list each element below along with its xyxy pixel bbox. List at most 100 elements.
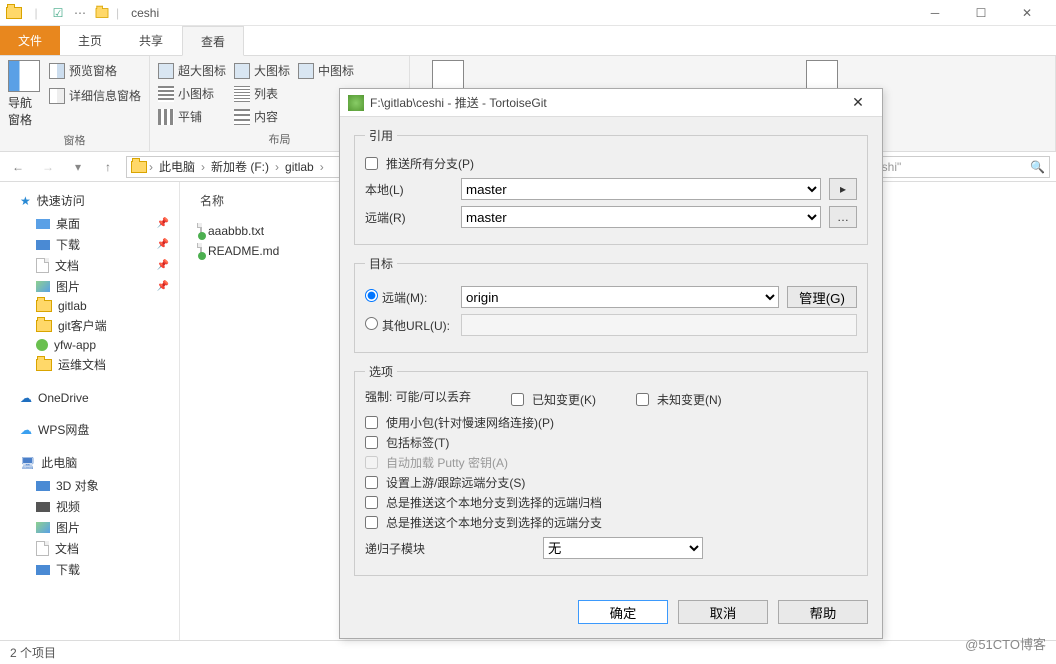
- desktop-icon: [36, 219, 50, 229]
- maximize-button[interactable]: ☐: [958, 0, 1004, 26]
- include-tags-checkbox[interactable]: [365, 436, 378, 449]
- tab-home[interactable]: 主页: [60, 26, 121, 55]
- sidebar-item-3d[interactable]: 3D 对象: [0, 475, 179, 496]
- include-tags-row[interactable]: 包括标签(T): [365, 434, 857, 451]
- sidebar-onedrive[interactable]: ☁OneDrive: [0, 387, 179, 409]
- always-branch-checkbox[interactable]: [365, 516, 378, 529]
- dialog-close-button[interactable]: ✕: [842, 94, 874, 111]
- sidebar-quick-access[interactable]: ★快速访问: [0, 188, 179, 213]
- minimize-button[interactable]: ─: [912, 0, 958, 26]
- tab-share[interactable]: 共享: [121, 26, 182, 55]
- unknown-changes-checkbox-row[interactable]: 未知变更(N): [636, 391, 722, 408]
- pictures-icon: [36, 281, 50, 292]
- unknown-changes-checkbox[interactable]: [636, 393, 649, 406]
- sidebar-item-ops-docs[interactable]: 运维文档: [0, 354, 179, 375]
- sidebar-item-desktop[interactable]: 桌面📌: [0, 213, 179, 234]
- cloud-icon: ☁: [20, 391, 32, 405]
- ribbon-group-panes: 导航窗格 预览窗格 详细信息窗格 窗格: [0, 56, 150, 151]
- upstream-row[interactable]: 设置上游/跟踪远端分支(S): [365, 474, 857, 491]
- known-changes-checkbox[interactable]: [511, 393, 524, 406]
- sidebar-item-yfw-app[interactable]: yfw-app: [0, 336, 179, 354]
- content-icon: [234, 109, 250, 125]
- sidebar-item-pictures2[interactable]: 图片: [0, 517, 179, 538]
- browse-remote-button[interactable]: …: [829, 206, 857, 228]
- file-tab[interactable]: 文件: [0, 26, 60, 55]
- sync-ok-badge: [198, 252, 206, 260]
- layout-small[interactable]: 小图标: [158, 83, 226, 104]
- layout-extra-large[interactable]: 超大图标: [158, 60, 226, 81]
- chevron-right-icon: ›: [201, 160, 205, 174]
- remote-radio[interactable]: [365, 289, 378, 302]
- remote-select[interactable]: origin: [461, 286, 779, 308]
- target-legend: 目标: [365, 255, 397, 272]
- history-dropdown[interactable]: ▾: [66, 155, 90, 179]
- up-button[interactable]: ↑: [96, 155, 120, 179]
- layout-medium[interactable]: 中图标: [298, 60, 354, 81]
- sidebar-item-git-client[interactable]: git客户端: [0, 315, 179, 336]
- nav-pane-button[interactable]: 导航窗格: [8, 60, 41, 128]
- sidebar-item-documents[interactable]: 文档📌: [0, 255, 179, 276]
- ok-button[interactable]: 确定: [578, 600, 668, 624]
- ribbon-tabs: 文件 主页 共享 查看: [0, 26, 1056, 56]
- addr-segment[interactable]: 此电脑: [155, 158, 199, 175]
- chevron-right-icon: ›: [149, 160, 153, 174]
- tile-icon: [158, 109, 174, 125]
- addr-segment[interactable]: gitlab: [281, 160, 318, 174]
- options-legend: 选项: [365, 363, 397, 380]
- always-archive-checkbox[interactable]: [365, 496, 378, 509]
- submodule-label: 递归子模块: [365, 540, 535, 557]
- close-button[interactable]: ✕: [1004, 0, 1050, 26]
- push-all-checkbox[interactable]: [365, 157, 378, 170]
- file-name: README.md: [208, 244, 279, 258]
- thin-pack-checkbox[interactable]: [365, 416, 378, 429]
- folder-icon: [36, 300, 52, 312]
- submodule-select[interactable]: 无: [543, 537, 703, 559]
- addr-segment[interactable]: 新加卷 (F:): [207, 158, 273, 175]
- sidebar-item-gitlab[interactable]: gitlab: [0, 297, 179, 315]
- back-button[interactable]: ←: [6, 155, 30, 179]
- cancel-button[interactable]: 取消: [678, 600, 768, 624]
- layout-tile[interactable]: 平铺: [158, 106, 226, 127]
- sidebar-item-videos[interactable]: 视频: [0, 496, 179, 517]
- window-title: ceshi: [131, 6, 159, 20]
- layout-content[interactable]: 内容: [234, 106, 290, 127]
- addr-folder-icon: [131, 161, 147, 173]
- status-bar: 2 个项目: [0, 640, 1056, 664]
- forward-button[interactable]: →: [36, 155, 60, 179]
- sidebar-wps[interactable]: ☁WPS网盘: [0, 417, 179, 442]
- known-changes-checkbox-row[interactable]: 已知变更(K): [511, 391, 596, 408]
- browse-local-button[interactable]: ▸: [829, 178, 857, 200]
- qat-dropdown-icon[interactable]: ⋯: [72, 5, 88, 21]
- chevron-right-icon: ›: [320, 160, 324, 174]
- help-button[interactable]: 帮助: [778, 600, 868, 624]
- layout-large[interactable]: 大图标: [234, 60, 290, 81]
- watermark: @51CTO博客: [965, 634, 1046, 653]
- sidebar-item-documents2[interactable]: 文档: [0, 538, 179, 559]
- search-box[interactable]: eshi" 🔍: [870, 156, 1050, 178]
- remote-branch-select[interactable]: master: [461, 206, 821, 228]
- manage-button[interactable]: 管理(G): [787, 286, 857, 308]
- sidebar-item-pictures[interactable]: 图片📌: [0, 276, 179, 297]
- upstream-checkbox[interactable]: [365, 476, 378, 489]
- other-url-input[interactable]: [461, 314, 857, 336]
- tab-view[interactable]: 查看: [182, 26, 244, 56]
- check-icon[interactable]: ☑: [50, 5, 66, 21]
- ref-fieldset: 引用 推送所有分支(P) 本地(L) master ▸ 远端(R) master…: [354, 127, 868, 245]
- thin-pack-row[interactable]: 使用小包(针对慢速网络连接)(P): [365, 414, 857, 431]
- always-branch-row[interactable]: 总是推送这个本地分支到选择的远端分支: [365, 514, 857, 531]
- details-pane-button[interactable]: 详细信息窗格: [49, 85, 141, 106]
- downloads-icon: [36, 240, 50, 250]
- sidebar-item-downloads2[interactable]: 下载: [0, 559, 179, 580]
- panes-group-label: 窗格: [8, 132, 141, 148]
- force-label: 强制: 可能/可以丢弃: [365, 388, 471, 411]
- push-all-checkbox-row[interactable]: 推送所有分支(P): [365, 155, 857, 172]
- layout-list[interactable]: 列表: [234, 83, 290, 104]
- other-url-radio[interactable]: [365, 317, 378, 330]
- pin-icon: 📌: [157, 281, 169, 292]
- preview-pane-button[interactable]: 预览窗格: [49, 60, 141, 81]
- local-branch-select[interactable]: master: [461, 178, 821, 200]
- sidebar-item-downloads[interactable]: 下载📌: [0, 234, 179, 255]
- always-archive-row[interactable]: 总是推送这个本地分支到选择的远端归档: [365, 494, 857, 511]
- sidebar-this-pc[interactable]: 🖥此电脑: [0, 450, 179, 475]
- qat-divider: |: [116, 6, 119, 20]
